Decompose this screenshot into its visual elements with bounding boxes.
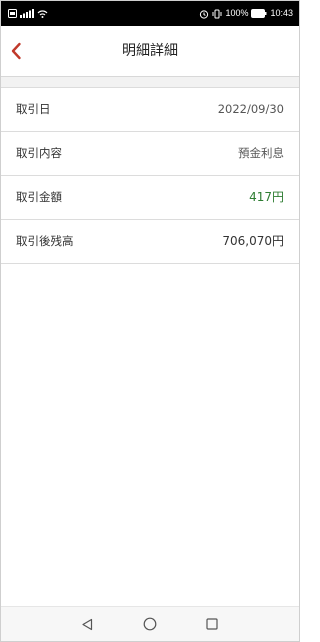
- wifi-icon: [37, 10, 48, 18]
- status-right: 100% 10:43: [199, 7, 293, 20]
- sim-icon: [8, 9, 17, 18]
- status-bar: 100% 10:43: [1, 1, 299, 26]
- battery-percent: 100%: [225, 8, 249, 18]
- battery-icon: [251, 9, 267, 18]
- detail-value: 2022/09/30: [217, 102, 284, 116]
- recents-square-icon: [206, 618, 218, 630]
- detail-row-balance: 取引後残高 706,070円: [1, 220, 299, 264]
- app-screen: 100% 10:43 明細詳細 取引日 2022/09/30 取引内容 預金利息…: [0, 0, 300, 642]
- home-circle-icon: [143, 617, 157, 631]
- section-divider: [1, 77, 299, 88]
- header: 明細詳細: [1, 26, 299, 77]
- detail-label: 取引金額: [16, 190, 62, 204]
- alarm-icon: [200, 9, 209, 19]
- detail-row-description: 取引内容 預金利息: [1, 132, 299, 176]
- vibrate-icon: [212, 9, 222, 18]
- system-nav-bar: [1, 606, 299, 641]
- page-title: 明細詳細: [122, 43, 178, 59]
- status-left-icons: [8, 7, 48, 20]
- detail-value: 預金利息: [238, 146, 284, 160]
- detail-value-balance: 706,070円: [222, 234, 284, 248]
- signal-icon: [20, 9, 34, 18]
- detail-list: 取引日 2022/09/30 取引内容 預金利息 取引金額 417円 取引後残高…: [1, 88, 299, 264]
- nav-recents-button[interactable]: [202, 614, 222, 634]
- detail-label: 取引後残高: [16, 234, 74, 248]
- detail-row-amount: 取引金額 417円: [1, 176, 299, 220]
- detail-row-date: 取引日 2022/09/30: [1, 88, 299, 132]
- detail-value-amount: 417円: [249, 190, 284, 204]
- detail-label: 取引日: [16, 102, 51, 116]
- nav-back-button[interactable]: [77, 614, 97, 634]
- nav-home-button[interactable]: [140, 614, 160, 634]
- status-time: 10:43: [270, 8, 293, 18]
- detail-label: 取引内容: [16, 146, 62, 160]
- back-triangle-icon: [81, 618, 92, 630]
